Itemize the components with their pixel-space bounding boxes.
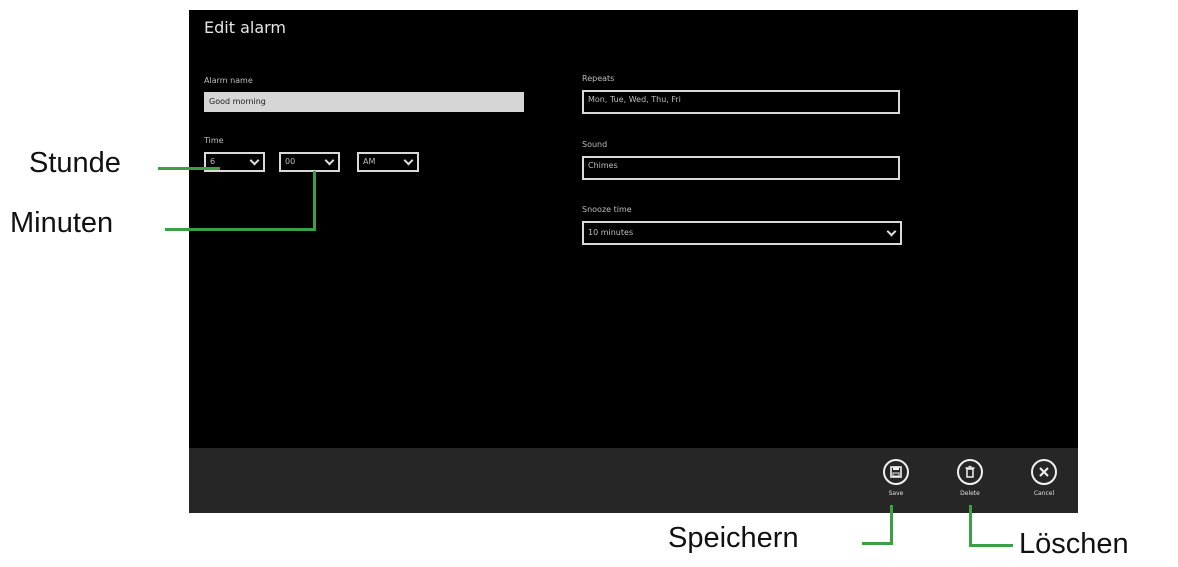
sound-field[interactable]: Chimes: [582, 156, 900, 180]
callout-speichern: Speichern: [668, 522, 799, 554]
callout-line-stunde: [158, 167, 220, 170]
cancel-button[interactable]: Cancel: [1022, 459, 1066, 497]
trash-icon: [957, 459, 983, 485]
cancel-label: Cancel: [1033, 490, 1055, 497]
callout-line-speichern-h: [862, 542, 893, 545]
app-bar: Save Delete Cancel: [189, 448, 1078, 513]
callout-loeschen: Löschen: [1019, 528, 1129, 560]
period-select[interactable]: AM: [357, 152, 419, 172]
snooze-label: Snooze time: [582, 205, 632, 214]
delete-button[interactable]: Delete: [948, 459, 992, 497]
close-icon: [1031, 459, 1057, 485]
repeats-field[interactable]: Mon, Tue, Wed, Thu, Fri: [582, 90, 900, 114]
delete-label: Delete: [960, 490, 980, 497]
minute-value: 00: [285, 157, 296, 166]
callout-minuten: Minuten: [10, 207, 114, 239]
callout-line-minuten-h: [165, 228, 316, 231]
snooze-value: 10 minutes: [588, 228, 634, 237]
chevron-down-icon: [886, 226, 897, 237]
time-label: Time: [204, 136, 224, 145]
callout-stunde: Stunde: [29, 147, 121, 179]
callout-line-loeschen-v: [969, 505, 972, 547]
save-icon: [883, 459, 909, 485]
alarm-app-screen: Edit alarm Alarm name Good morning Time …: [189, 10, 1078, 513]
chevron-down-icon: [249, 155, 260, 166]
chevron-down-icon: [403, 155, 414, 166]
alarm-name-input[interactable]: Good morning: [204, 92, 524, 112]
snooze-select[interactable]: 10 minutes: [582, 221, 902, 245]
period-value: AM: [363, 157, 376, 166]
chevron-down-icon: [324, 155, 335, 166]
callout-line-minuten-v: [313, 171, 316, 231]
repeats-label: Repeats: [582, 74, 615, 83]
callout-line-loeschen-h: [969, 544, 1013, 547]
sound-label: Sound: [582, 140, 608, 149]
save-button[interactable]: Save: [874, 459, 918, 497]
alarm-name-label: Alarm name: [204, 76, 253, 85]
callout-line-speichern-v: [890, 505, 893, 545]
save-label: Save: [888, 490, 904, 497]
hour-value: 6: [210, 157, 216, 166]
page-title: Edit alarm: [204, 18, 287, 37]
minute-select[interactable]: 00: [279, 152, 340, 172]
